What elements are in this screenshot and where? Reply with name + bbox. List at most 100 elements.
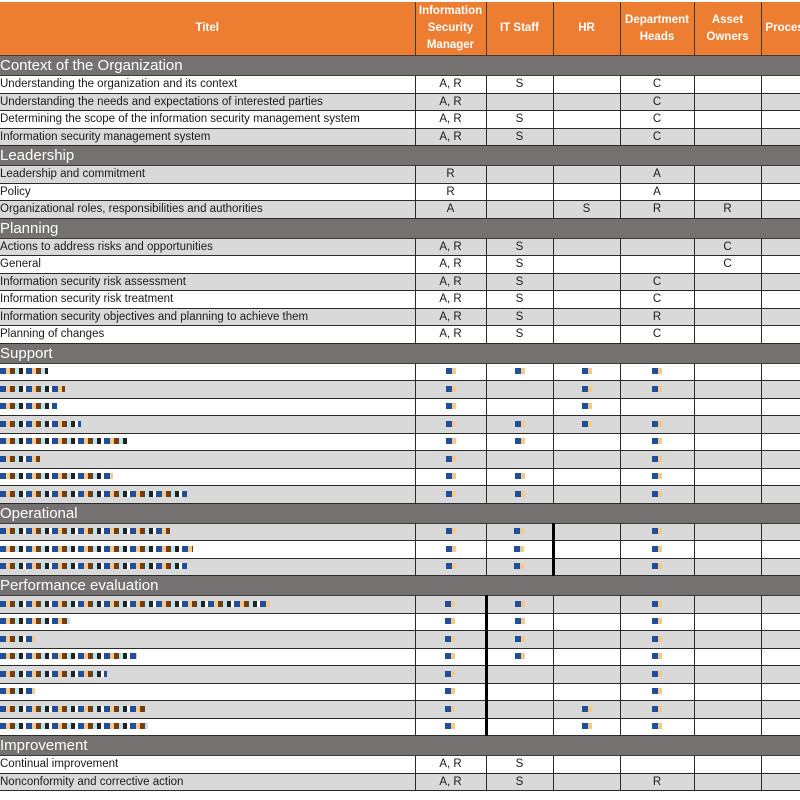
raci-cell[interactable] (553, 110, 621, 129)
raci-cell[interactable] (553, 273, 621, 291)
raci-cell[interactable] (694, 700, 762, 719)
raci-cell[interactable] (620, 415, 695, 434)
raci-cell[interactable] (553, 630, 621, 649)
raci-cell[interactable] (694, 165, 762, 184)
raci-cell[interactable] (761, 128, 800, 146)
raci-cell[interactable]: C (694, 255, 762, 274)
raci-cell[interactable] (553, 665, 621, 684)
raci-cell[interactable] (620, 255, 695, 274)
raci-cell[interactable] (553, 93, 621, 111)
raci-cell[interactable] (415, 683, 487, 701)
raci-cell[interactable] (620, 238, 695, 256)
raci-cell[interactable]: A, R (415, 773, 487, 791)
raci-cell[interactable]: S (486, 238, 554, 256)
raci-cell[interactable]: A, R (415, 128, 487, 146)
raci-cell[interactable] (553, 165, 621, 184)
raci-cell[interactable] (761, 613, 800, 631)
raci-cell[interactable] (761, 718, 800, 736)
column-header-asset-owners[interactable]: Asset Owners (694, 0, 762, 56)
raci-cell[interactable] (761, 540, 800, 559)
raci-cell[interactable] (553, 398, 621, 416)
row-title[interactable]: Understanding the needs and expectations… (0, 93, 416, 111)
row-title[interactable]: Actions to address risks and opportuniti… (0, 238, 416, 256)
row-title[interactable] (0, 613, 416, 631)
raci-cell[interactable] (694, 128, 762, 146)
raci-cell[interactable] (761, 485, 800, 504)
raci-cell[interactable] (415, 540, 487, 559)
raci-cell[interactable] (551, 540, 621, 559)
row-title[interactable] (0, 595, 416, 614)
raci-cell[interactable] (484, 718, 554, 736)
raci-cell[interactable] (694, 398, 762, 416)
row-title[interactable] (0, 630, 416, 649)
raci-cell[interactable] (415, 700, 487, 719)
raci-cell[interactable] (761, 415, 800, 434)
raci-cell[interactable]: R (620, 773, 695, 791)
raci-cell[interactable]: S (486, 128, 554, 146)
raci-cell[interactable] (553, 128, 621, 146)
raci-cell[interactable] (415, 415, 487, 434)
raci-cell[interactable] (486, 450, 554, 469)
row-title[interactable]: Leadership and commitment (0, 165, 416, 184)
raci-cell[interactable] (553, 415, 621, 434)
raci-cell[interactable] (553, 648, 621, 666)
raci-cell[interactable] (553, 325, 621, 344)
raci-cell[interactable] (620, 630, 695, 649)
row-title[interactable]: Determining the scope of the information… (0, 110, 416, 129)
raci-cell[interactable] (761, 363, 800, 381)
column-header-ism[interactable]: Information Security Manager (415, 0, 487, 56)
raci-cell[interactable] (553, 683, 621, 701)
raci-cell[interactable] (694, 558, 762, 576)
raci-cell[interactable] (415, 468, 487, 486)
raci-cell[interactable]: R (415, 183, 487, 201)
raci-cell[interactable] (694, 75, 762, 94)
raci-cell[interactable]: S (486, 308, 554, 326)
raci-cell[interactable] (620, 380, 695, 399)
raci-cell[interactable] (761, 648, 800, 666)
raci-cell[interactable] (761, 380, 800, 399)
section-title[interactable]: Performance evaluation (0, 575, 800, 596)
raci-cell[interactable] (553, 255, 621, 274)
raci-cell[interactable] (620, 613, 695, 631)
raci-cell[interactable] (694, 755, 762, 774)
raci-cell[interactable] (694, 648, 762, 666)
raci-cell[interactable] (620, 595, 695, 614)
raci-cell[interactable] (761, 665, 800, 684)
column-header-it-staff[interactable]: IT Staff (486, 0, 554, 56)
row-title[interactable] (0, 468, 416, 486)
raci-cell[interactable] (486, 485, 554, 504)
row-title[interactable] (0, 415, 416, 434)
raci-cell[interactable]: A, R (415, 755, 487, 774)
row-title[interactable] (0, 363, 416, 381)
raci-cell[interactable] (761, 683, 800, 701)
raci-cell[interactable] (553, 485, 621, 504)
raci-cell[interactable]: C (694, 238, 762, 256)
raci-cell[interactable]: A, R (415, 93, 487, 111)
raci-cell[interactable] (415, 630, 487, 649)
raci-cell[interactable] (415, 595, 487, 614)
raci-cell[interactable] (694, 718, 762, 736)
row-title[interactable] (0, 433, 416, 451)
raci-cell[interactable]: S (486, 255, 554, 274)
raci-cell[interactable] (415, 648, 487, 666)
column-header-hr[interactable]: HR (553, 0, 621, 56)
row-title[interactable]: Information security objectives and plan… (0, 308, 416, 326)
section-title[interactable]: Planning (0, 218, 800, 239)
raci-cell[interactable]: C (620, 75, 695, 94)
raci-cell[interactable] (553, 613, 621, 631)
raci-cell[interactable] (415, 433, 487, 451)
raci-cell[interactable] (415, 398, 487, 416)
raci-cell[interactable] (553, 773, 621, 791)
raci-cell[interactable] (620, 450, 695, 469)
raci-cell[interactable]: C (620, 93, 695, 111)
raci-cell[interactable] (553, 75, 621, 94)
row-title[interactable]: Organizational roles, responsibilities a… (0, 200, 416, 219)
raci-cell[interactable]: R (694, 200, 762, 219)
raci-cell[interactable]: C (620, 110, 695, 129)
raci-cell[interactable] (694, 468, 762, 486)
raci-cell[interactable]: A, R (415, 75, 487, 94)
raci-cell[interactable]: R (761, 200, 800, 219)
raci-cell[interactable]: C (620, 325, 695, 344)
raci-cell[interactable] (415, 523, 487, 541)
raci-cell[interactable] (761, 165, 800, 184)
